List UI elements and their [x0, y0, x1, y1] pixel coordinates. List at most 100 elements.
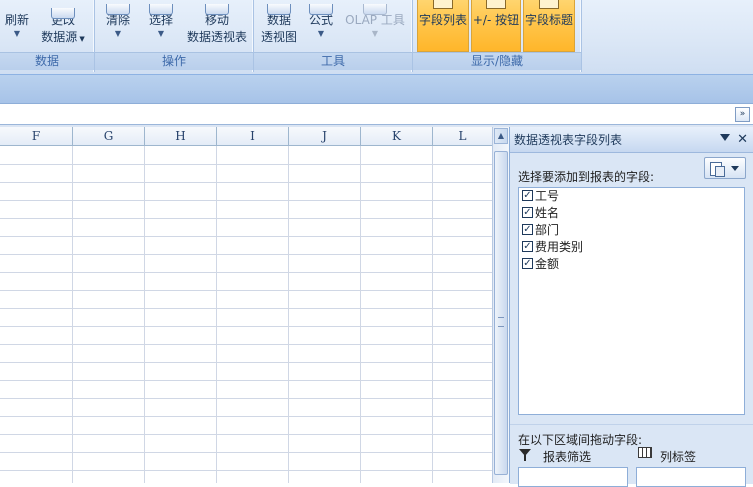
group-data: 刷新 ▼ 更改 数据源 ▼ 数据 [0, 0, 95, 72]
pivot-chart-label-2: 透视图 [260, 30, 297, 44]
chevron-down-icon [731, 166, 739, 171]
column-gridline [72, 146, 73, 483]
select-button[interactable]: 选择 ▼ [143, 4, 179, 39]
move-icon [205, 4, 229, 15]
pivot-chart-button[interactable]: 数据 透视图 [258, 4, 300, 46]
group-label-tools: 工具 [254, 52, 412, 70]
close-icon[interactable]: ✕ [737, 127, 748, 153]
row-gridline [0, 416, 492, 417]
field-item[interactable]: ✓ 工号 [522, 188, 559, 205]
field-headers-icon [539, 0, 559, 9]
row-gridline [0, 452, 492, 453]
plus-minus-label: +/- 按钮 [472, 13, 520, 27]
field-layout-button[interactable] [704, 157, 746, 179]
olap-tools-button[interactable]: OLAP 工具 ▼ [342, 4, 408, 39]
formula-button[interactable]: 公式 ▼ [304, 4, 338, 39]
field-item[interactable]: ✓ 部门 [522, 222, 559, 239]
pane-options-dropdown-icon[interactable] [720, 134, 730, 141]
column-header-i[interactable]: I [217, 127, 289, 146]
chevron-down-icon: ▼ [114, 29, 122, 38]
chart-icon [267, 4, 291, 15]
row-gridline [0, 164, 492, 165]
group-tools: 数据 透视图 公式 ▼ OLAP 工具 ▼ 工具 [254, 0, 413, 72]
checkbox-checked-icon[interactable]: ✓ [522, 224, 533, 235]
checkbox-checked-icon[interactable]: ✓ [522, 258, 533, 269]
field-list-box: ✓ 工号 ✓ 姓名 ✓ 部门 ✓ 费用类别 ✓ 金额 [518, 187, 745, 415]
field-name: 费用类别 [535, 240, 584, 254]
vertical-scrollbar[interactable]: ▲ [492, 127, 509, 483]
group-label-show-hide: 显示/隐藏 [413, 52, 581, 70]
drag-fields-label: 在以下区域间拖动字段: [518, 433, 643, 447]
row-gridline [0, 290, 492, 291]
checkbox-checked-icon[interactable]: ✓ [522, 207, 533, 218]
field-headers-button[interactable]: 字段标题 [523, 0, 575, 52]
chevron-down-icon: ▼ [317, 29, 325, 38]
worksheet-grid[interactable]: F G H I J K L [0, 127, 492, 483]
column-gridline [216, 146, 217, 483]
refresh-button[interactable]: 刷新 ▼ [2, 12, 32, 39]
field-item[interactable]: ✓ 费用类别 [522, 239, 583, 256]
move-label-2: 数据透视表 [186, 30, 247, 44]
chevron-down-icon: ▼ [371, 29, 379, 38]
report-filter-drop-area[interactable] [518, 467, 628, 487]
column-labels-icon [638, 447, 652, 458]
row-gridline [0, 398, 492, 399]
field-name: 部门 [535, 223, 560, 237]
ribbon-lower-band [0, 75, 753, 104]
checkbox-checked-icon[interactable]: ✓ [522, 241, 533, 252]
cube-icon [363, 4, 387, 15]
layout-icon [710, 162, 725, 177]
grip-icon [498, 317, 504, 327]
group-actions: 清除 ▼ 选择 ▼ 移动 数据透视表 操作 [95, 0, 254, 72]
scroll-up-icon[interactable]: ▲ [494, 128, 508, 144]
column-labels-drop-area[interactable] [636, 467, 746, 487]
column-header-k[interactable]: K [361, 127, 433, 146]
row-gridline [0, 236, 492, 237]
ribbon: 刷新 ▼ 更改 数据源 ▼ 数据 清除 ▼ 选择 ▼ 移动 数据透视表 操作 数… [0, 0, 753, 75]
column-labels-label: 列标签 [660, 450, 697, 464]
row-gridline [0, 344, 492, 345]
field-item[interactable]: ✓ 金额 [522, 256, 559, 273]
chevron-down-icon: ▼ [157, 29, 165, 38]
column-header-h[interactable]: H [145, 127, 217, 146]
row-gridline [0, 272, 492, 273]
pivot-field-list-pane: 数据透视表字段列表 ✕ 选择要添加到报表的字段: ✓ 工号 ✓ 姓名 ✓ 部门 ✓ 费用… [509, 127, 753, 487]
field-list-button[interactable]: 字段列表 [417, 0, 469, 52]
field-name: 金额 [535, 257, 560, 271]
move-pivot-button[interactable]: 移动 数据透视表 [183, 4, 251, 46]
group-show-hide: 字段列表 +/- 按钮 字段标题 显示/隐藏 [413, 0, 582, 72]
filter-icon [519, 449, 531, 461]
formula-icon [309, 4, 333, 15]
group-label-actions: 操作 [95, 52, 253, 70]
formula-bar[interactable]: » [0, 104, 753, 125]
choose-fields-label: 选择要添加到报表的字段: [518, 170, 655, 184]
checkbox-checked-icon[interactable]: ✓ [522, 190, 533, 201]
row-gridline [0, 434, 492, 435]
scroll-thumb[interactable] [494, 151, 508, 475]
column-header-l[interactable]: L [433, 127, 492, 146]
plus-minus-icon [486, 0, 506, 9]
change-source-button[interactable]: 更改 数据源 ▼ [38, 8, 88, 48]
row-gridline [0, 254, 492, 255]
column-header-f[interactable]: F [0, 127, 73, 146]
expand-formula-bar-icon[interactable]: » [735, 107, 750, 122]
clear-button[interactable]: 清除 ▼ [101, 4, 135, 39]
field-list-icon [433, 0, 453, 9]
change-source-label-2: 数据源 ▼ [41, 30, 85, 44]
field-item[interactable]: ✓ 姓名 [522, 205, 559, 222]
group-label-data: 数据 [0, 52, 94, 70]
report-filter-label: 报表筛选 [543, 450, 592, 464]
pane-header: 数据透视表字段列表 ✕ [510, 127, 753, 153]
row-gridline [0, 380, 492, 381]
row-gridline [0, 326, 492, 327]
cursor-icon [149, 4, 173, 15]
plus-minus-buttons-button[interactable]: +/- 按钮 [471, 0, 521, 52]
row-gridline [0, 200, 492, 201]
column-header-g[interactable]: G [73, 127, 145, 146]
column-gridline [288, 146, 289, 483]
field-name: 姓名 [535, 206, 560, 220]
eraser-icon [106, 4, 130, 15]
refresh-label: 刷新 [4, 13, 29, 27]
row-gridline [0, 470, 492, 471]
column-header-j[interactable]: J [289, 127, 361, 146]
